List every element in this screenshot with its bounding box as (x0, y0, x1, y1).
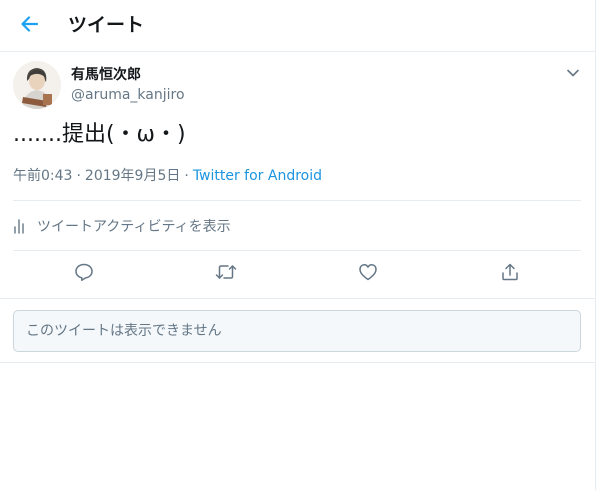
back-button[interactable] (14, 11, 44, 41)
column-border (595, 0, 596, 490)
page-title: ツイート (68, 14, 145, 36)
tweet-time: 午前0:43 (13, 168, 73, 184)
divider (13, 200, 581, 201)
divider (0, 362, 595, 363)
bar-chart-icon (13, 217, 31, 235)
chevron-down-icon (566, 65, 580, 84)
tweet-meta: 午前0:43 · 2019年9月5日 · Twitter for Android (13, 166, 322, 186)
divider (0, 298, 595, 299)
like-button[interactable] (356, 262, 380, 286)
retweet-button[interactable] (214, 262, 238, 286)
tweet-date[interactable]: 2019年9月5日 (85, 168, 180, 184)
heart-icon (358, 262, 378, 286)
author-handle[interactable]: @aruma_kanjiro (71, 86, 185, 104)
tweet-source-link[interactable]: Twitter for Android (193, 168, 322, 184)
unavailable-message: このツイートは表示できません (26, 323, 222, 339)
tweet-activity-label: ツイートアクティビティを表示 (37, 219, 231, 235)
tweet-text: .......提出(・ω・) (13, 122, 186, 147)
quoted-tweet-unavailable: このツイートは表示できません (13, 310, 581, 352)
more-options-button[interactable] (563, 64, 583, 84)
arrow-left-icon (19, 14, 39, 38)
reply-button[interactable] (72, 262, 96, 286)
tweet-page: ツイート 有馬恒次郎 @aruma_kanjiro .......提出(・ω・)… (0, 0, 597, 490)
retweet-icon (215, 262, 237, 286)
tweet-activity-link[interactable]: ツイートアクティビティを表示 (13, 214, 231, 238)
share-button[interactable] (498, 262, 522, 286)
meta-separator: · (76, 168, 81, 184)
divider (13, 250, 581, 251)
author-name[interactable]: 有馬恒次郎 (71, 65, 141, 85)
header-bar: ツイート (0, 0, 595, 52)
meta-separator: · (184, 168, 189, 184)
reply-icon (74, 262, 94, 286)
avatar[interactable] (13, 61, 61, 109)
share-icon (500, 262, 520, 286)
